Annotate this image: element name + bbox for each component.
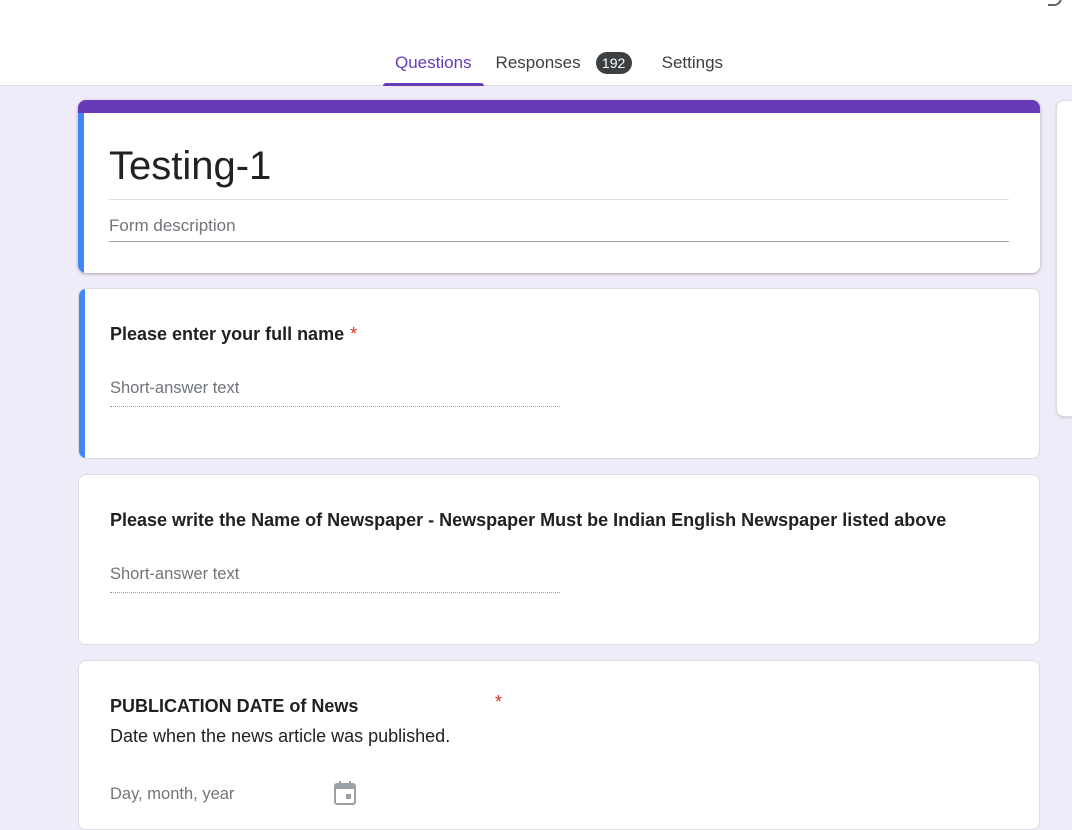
question-card-publication-date[interactable]: PUBLICATION DATE of News * Date when the… [78, 660, 1040, 830]
short-answer-field: Short-answer text [110, 565, 560, 593]
theme-color-stripe [78, 100, 1040, 113]
account-icon[interactable] [1048, 0, 1062, 6]
tab-settings[interactable]: Settings [650, 48, 735, 86]
question-title-text: Please write the Name of Newspaper - New… [110, 510, 947, 530]
form-description-field[interactable]: Form description [109, 216, 236, 236]
question-title-text: Please enter your full name [110, 324, 345, 344]
top-bar: Questions Responses 192 Settings [0, 0, 1072, 86]
question-card-newspaper[interactable]: Please write the Name of Newspaper - New… [78, 474, 1040, 645]
required-asterisk: * [495, 692, 503, 712]
form-title-card[interactable]: Testing-1 Form description [78, 100, 1040, 273]
tab-questions-label: Questions [395, 53, 472, 72]
required-asterisk: * [350, 324, 358, 344]
short-answer-field: Short-answer text [110, 379, 560, 407]
question-title-text: PUBLICATION DATE of News [110, 696, 359, 716]
tab-responses-label: Responses [495, 53, 581, 72]
description-underline [109, 241, 1009, 242]
tab-settings-label: Settings [661, 53, 724, 72]
calendar-icon [334, 781, 356, 805]
tab-responses[interactable]: Responses 192 [484, 48, 644, 86]
question-title[interactable]: Please write the Name of Newspaper - New… [110, 510, 946, 531]
form-tabs: Questions Responses 192 Settings [383, 48, 735, 86]
date-answer-field: Day, month, year [110, 781, 357, 805]
form-title[interactable]: Testing-1 [109, 142, 271, 190]
question-title[interactable]: PUBLICATION DATE of News [110, 696, 358, 717]
title-divider [109, 199, 1009, 200]
responses-count-badge: 192 [595, 52, 632, 74]
question-description[interactable]: Date when the news article was published… [110, 726, 450, 747]
question-card-full-name[interactable]: Please enter your full name * Short-answe… [78, 288, 1040, 459]
floating-toolbar [1056, 100, 1072, 417]
tab-questions[interactable]: Questions [383, 48, 484, 86]
question-title[interactable]: Please enter your full name * [110, 324, 357, 345]
date-placeholder: Day, month, year [110, 785, 235, 803]
